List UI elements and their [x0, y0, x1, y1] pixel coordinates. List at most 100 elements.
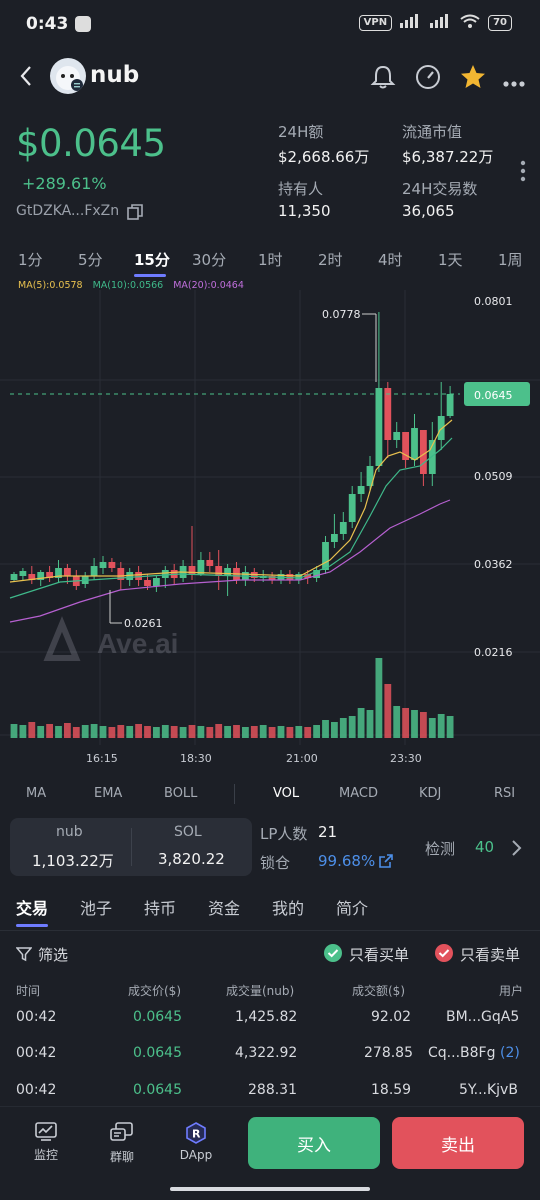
sell-only-check-icon[interactable]: [434, 943, 454, 967]
indicator-rsi[interactable]: RSI: [494, 786, 515, 801]
pool-token-label: nub: [56, 824, 83, 840]
external-link-icon[interactable]: [378, 853, 394, 873]
row-qty: 1,425.82: [235, 1009, 298, 1025]
volume-bar: [277, 726, 285, 738]
favorite-star-icon[interactable]: [459, 63, 487, 95]
lp-count-value: 21: [318, 823, 338, 841]
candle-body: [108, 562, 116, 568]
ma-lines-group: [9, 419, 453, 623]
candle-body: [144, 580, 151, 586]
tf-30m[interactable]: 30分: [192, 249, 226, 270]
candle-body: [19, 571, 27, 576]
y-tick-3: 0.0216: [474, 646, 513, 659]
sell-only-label[interactable]: 只看卖单: [460, 944, 520, 965]
token-name: nub: [90, 62, 140, 88]
candle-body: [393, 432, 401, 440]
table-row[interactable]: 00:42 0.0645 4,322.92 278.85 Cq...B8Fg (…: [0, 1042, 540, 1068]
tab-intro[interactable]: 简介: [336, 895, 368, 919]
y-tick-0: 0.0801: [474, 295, 513, 308]
candle-body: [10, 574, 18, 580]
candle-body: [357, 486, 365, 494]
tf-1w[interactable]: 1周: [498, 249, 523, 270]
security-check-score[interactable]: 40: [475, 838, 494, 856]
stat-market-cap-value: $6,387.22万: [402, 148, 494, 166]
candle-body: [384, 388, 392, 440]
tf-1m[interactable]: 1分: [18, 249, 43, 270]
tf-1d[interactable]: 1天: [438, 249, 463, 270]
indicator-vol[interactable]: VOL: [273, 786, 299, 801]
row-price: 0.0645: [133, 1082, 182, 1098]
volume-bar: [286, 727, 294, 738]
sell-button[interactable]: 卖出: [392, 1117, 524, 1169]
pool-sol-amount: 3,820.22: [158, 850, 225, 868]
row-price: 0.0645: [133, 1045, 182, 1061]
dapp-icon: R: [185, 1122, 207, 1148]
row-user[interactable]: 5Y...KjvB: [459, 1082, 518, 1098]
volume-bars-group: [10, 658, 454, 738]
row-amount: 92.02: [371, 1009, 412, 1025]
indicator-boll[interactable]: BOLL: [164, 786, 197, 801]
filter-icon[interactable]: [15, 946, 33, 966]
row-user[interactable]: Cq...B8Fg: [428, 1045, 495, 1061]
copy-icon[interactable]: [126, 203, 144, 225]
dapp-nav[interactable]: R DApp: [174, 1122, 218, 1162]
y-tick-2: 0.0362: [474, 558, 513, 571]
volume-bar: [37, 726, 45, 738]
tab-active-underline: [16, 924, 48, 927]
row-user[interactable]: BM...GqA5: [446, 1009, 519, 1025]
tab-holders[interactable]: 持币: [144, 895, 176, 919]
tab-funds[interactable]: 资金: [208, 895, 240, 919]
tf-5m[interactable]: 5分: [78, 249, 103, 270]
ma5-line: [9, 419, 453, 583]
buy-only-check-icon[interactable]: [323, 943, 343, 967]
security-check-label[interactable]: 检测: [425, 838, 455, 859]
table-row[interactable]: 00:42 0.0645 1,425.82 92.02 BM...GqA5: [0, 1006, 540, 1032]
lp-count-label: LP人数: [260, 825, 308, 843]
indicator-ma[interactable]: MA: [26, 786, 46, 801]
stat-market-cap-label: 流通市值: [402, 123, 463, 141]
volume-bar: [206, 727, 214, 738]
volume-bar: [197, 726, 205, 738]
chat-nav[interactable]: 群聊: [100, 1122, 144, 1165]
more-menu-icon[interactable]: [502, 73, 526, 92]
candle-body: [64, 568, 71, 576]
back-icon[interactable]: [18, 64, 34, 92]
gauge-icon[interactable]: [415, 64, 441, 94]
lock-percent[interactable]: 99.68%: [318, 852, 375, 870]
indicator-ema[interactable]: EMA: [94, 786, 122, 801]
home-indicator: [170, 1187, 370, 1191]
tf-15m[interactable]: 15分: [134, 249, 170, 270]
pool-sol-label: SOL: [174, 824, 202, 840]
bell-icon[interactable]: [370, 64, 396, 94]
tab-trades[interactable]: 交易: [16, 895, 48, 919]
row-user-count[interactable]: (2): [500, 1045, 520, 1061]
volume-bar: [117, 725, 125, 738]
stats-more-icon[interactable]: [519, 160, 527, 186]
status-icons: VPN 70: [358, 14, 512, 31]
high-price-label: 0.0778: [322, 308, 361, 321]
volume-bar: [393, 706, 401, 738]
filter-label[interactable]: 筛选: [38, 944, 68, 965]
buy-only-label[interactable]: 只看买单: [349, 944, 409, 965]
monitor-nav[interactable]: 监控: [24, 1122, 68, 1163]
tab-mine[interactable]: 我的: [272, 895, 304, 919]
volume-bar: [348, 716, 356, 738]
table-row[interactable]: 00:42 0.0645 288.31 18.59 5Y...KjvB: [0, 1079, 540, 1105]
volume-bar: [126, 726, 134, 738]
buy-button[interactable]: 买入: [248, 1117, 380, 1169]
tf-1h[interactable]: 1时: [258, 249, 283, 270]
candle-body: [375, 388, 383, 466]
indicator-macd[interactable]: MACD: [339, 786, 378, 801]
tab-pool[interactable]: 池子: [80, 895, 112, 919]
candle-body: [411, 428, 418, 460]
volume-bar: [268, 727, 276, 738]
candle-body: [348, 494, 356, 522]
chevron-right-icon[interactable]: [511, 839, 523, 861]
candlestick-chart[interactable]: Ave.ai 0.0778 0.0261 0.0801 0.0645 0.050…: [0, 290, 540, 780]
tf-2h[interactable]: 2时: [318, 249, 343, 270]
stat-24h-txns-label: 24H交易数: [402, 180, 478, 198]
indicator-kdj[interactable]: KDJ: [419, 786, 441, 801]
tf-4h[interactable]: 4时: [378, 249, 403, 270]
candle-body: [206, 560, 214, 566]
volume-bar: [55, 726, 62, 738]
